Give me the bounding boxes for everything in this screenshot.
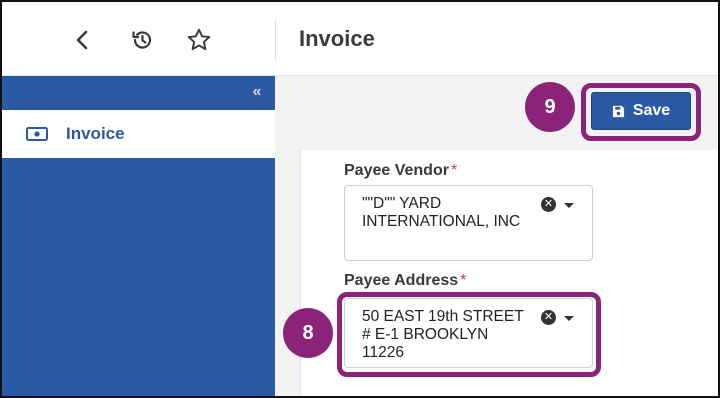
clear-icon[interactable]: ✕ — [541, 310, 556, 325]
page-title: Invoice — [299, 26, 375, 51]
header-divider — [275, 20, 276, 60]
save-button-label: Save — [632, 102, 671, 119]
step-badge-9: 9 — [525, 82, 575, 132]
payee-address-label: Payee Address * — [344, 272, 467, 289]
save-button[interactable]: Save — [591, 92, 691, 130]
star-icon[interactable] — [185, 26, 213, 54]
clear-icon[interactable]: ✕ — [541, 197, 556, 212]
chevron-left-icon[interactable] — [68, 26, 96, 54]
payee-vendor-select[interactable]: ""D"" YARD INTERNATIONAL, INC ✕ — [344, 185, 593, 261]
payee-address-select[interactable]: 50 EAST 19th STREET # E-1 BROOKLYN 11226… — [344, 298, 593, 368]
required-marker: * — [450, 162, 458, 179]
sidebar-collapse-bar: « — [2, 76, 275, 110]
history-icon[interactable] — [128, 26, 156, 54]
top-bar: Invoice — [2, 2, 718, 76]
payee-address-value: 50 EAST 19th STREET # E-1 BROOKLYN 11226 — [362, 308, 524, 361]
chevron-down-icon[interactable] — [564, 203, 574, 208]
save-disk-icon — [612, 105, 624, 117]
sidebar-item-label: Invoice — [66, 124, 125, 143]
required-marker: * — [460, 272, 467, 289]
collapse-sidebar-icon[interactable]: « — [247, 82, 267, 102]
money-icon — [26, 127, 48, 141]
payee-vendor-value: ""D"" YARD INTERNATIONAL, INC — [362, 195, 521, 230]
app-window: Invoice « Invoice Payee Vendor * ""D"" YA… — [0, 0, 720, 398]
step-badge-8: 8 — [283, 308, 333, 358]
chevron-down-icon[interactable] — [564, 316, 574, 321]
sidebar: « Invoice — [2, 76, 275, 396]
payee-vendor-label: Payee Vendor * — [344, 162, 458, 179]
sidebar-item-invoice[interactable]: Invoice — [2, 110, 275, 158]
